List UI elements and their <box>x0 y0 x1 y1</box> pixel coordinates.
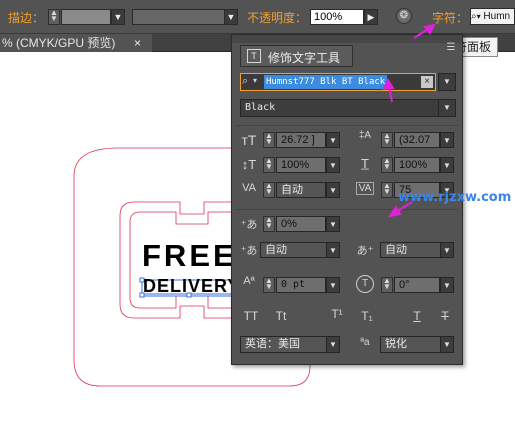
kerning-field[interactable]: 自动 <box>276 182 326 198</box>
vertical-scale-dropdown-button[interactable]: ▼ <box>326 157 340 173</box>
horizontal-scale-stepper[interactable]: ▲ ▼ <box>381 157 393 173</box>
vertical-scale-icon: ↕T <box>241 157 257 172</box>
kerning-stepper[interactable]: ▲ ▼ <box>263 182 275 198</box>
horizontal-scale-icon: T̲ <box>361 156 369 171</box>
document-tab[interactable]: % (CMYK/GPU 预览) × <box>0 34 152 52</box>
baseline-shift-stepper[interactable]: ▲ ▼ <box>263 277 275 293</box>
leading-field[interactable]: (32.07 <box>394 132 440 148</box>
touch-type-label: 修饰文字工具 <box>268 51 341 65</box>
font-search-value: Humn <box>483 11 511 22</box>
control-bar: 描边： ▲ ▼ ▼ ▼ 不透明度： 100% ▶ ❂ 字符： ⌕▾ Humn <box>0 0 515 34</box>
font-size-dropdown-button[interactable]: ▼ <box>326 132 340 148</box>
rotation-stepper[interactable]: ▲ ▼ <box>381 277 393 293</box>
baseline-shift-field[interactable]: 0 pt <box>276 277 326 293</box>
stroke-weight-dropdown-button[interactable]: ▼ <box>111 9 125 25</box>
font-style-field[interactable]: Black <box>240 99 440 117</box>
tsume-dropdown-button[interactable]: ▼ <box>326 216 340 232</box>
chevron-down-icon: ▾ <box>476 12 481 21</box>
baseline-shift-icon: Aª <box>243 275 255 287</box>
opacity-arrow-button[interactable]: ▶ <box>364 9 378 25</box>
strikethrough-button[interactable]: T <box>434 309 456 323</box>
insert-space-left-icon: ⁺あ <box>240 245 258 257</box>
language-dropdown-button[interactable]: ▼ <box>326 336 340 353</box>
small-caps-button[interactable]: Tt <box>270 309 292 323</box>
leading-stepper[interactable]: ▲ ▼ <box>381 132 393 148</box>
recolor-artwork-icon[interactable]: ❂ <box>396 8 412 24</box>
stroke-weight-stepper[interactable]: ▲ ▼ <box>48 9 60 25</box>
underline-button[interactable]: T <box>406 309 428 323</box>
tsume-stepper[interactable]: ▲ ▼ <box>263 216 275 232</box>
antialias-icon: ªa <box>360 337 370 348</box>
kerning-icon: VA <box>242 182 256 194</box>
insert-space-right-icon: あ⁺ <box>356 245 374 257</box>
font-size-icon: ᴛT <box>241 132 257 148</box>
stroke-label: 描边： <box>8 11 45 25</box>
font-size-stepper[interactable]: ▲ ▼ <box>263 132 275 148</box>
vertical-scale-field[interactable]: 100% <box>276 157 326 173</box>
leading-icon: ‡A <box>358 130 372 141</box>
kerning-dropdown-button[interactable]: ▼ <box>326 182 340 198</box>
horizontal-scale-dropdown-button[interactable]: ▼ <box>440 157 454 173</box>
font-family-field[interactable]: ⌕ ▾ Humnst777 Blk BT Black × <box>240 73 436 91</box>
vertical-scale-stepper[interactable]: ▲ ▼ <box>263 157 275 173</box>
rotation-dropdown-button[interactable]: ▼ <box>440 277 454 293</box>
horizontal-scale-field[interactable]: 100% <box>394 157 440 173</box>
headline-text[interactable]: FREE <box>142 236 237 276</box>
font-search-field[interactable]: ⌕▾ Humn <box>470 8 515 25</box>
variable-width-dropdown-button[interactable]: ▼ <box>224 9 238 25</box>
panel-header[interactable] <box>232 35 462 43</box>
divider <box>236 209 458 210</box>
clear-icon[interactable]: × <box>421 76 433 88</box>
language-select[interactable]: 英语：美国 <box>240 336 340 353</box>
insert-space-left-dropdown-button[interactable]: ▼ <box>326 242 340 258</box>
tsume-field[interactable]: 0% <box>276 216 326 232</box>
subline-text[interactable]: DELIVERY <box>143 275 240 297</box>
baseline-shift-dropdown-button[interactable]: ▼ <box>326 277 340 293</box>
watermark-text: www.rjzxw.com <box>398 190 512 205</box>
insert-space-right-dropdown-button[interactable]: ▼ <box>440 242 454 258</box>
tsume-icon: ⁺あ <box>240 219 258 231</box>
tab-close-icon[interactable]: × <box>134 34 141 52</box>
tracking-icon: VA <box>356 182 374 195</box>
font-size-field[interactable]: 26.72 ] <box>276 132 326 148</box>
rotation-field[interactable]: 0° <box>394 277 440 293</box>
tracking-stepper[interactable]: ▲ ▼ <box>381 182 393 198</box>
subscript-button[interactable]: T₁ <box>356 309 378 323</box>
superscript-button[interactable]: T¹ <box>326 307 348 321</box>
font-family-dropdown-button[interactable]: ▼ <box>438 73 456 91</box>
touch-type-icon: T <box>247 49 261 63</box>
chevron-down-icon: ▾ <box>253 76 258 85</box>
divider <box>236 125 458 126</box>
character-label[interactable]: 字符： <box>432 9 468 26</box>
stroke-weight-field[interactable] <box>61 9 111 25</box>
character-rotation-icon: T <box>356 275 374 293</box>
leading-dropdown-button[interactable]: ▼ <box>440 132 454 148</box>
opacity-input[interactable]: 100% <box>310 9 364 25</box>
panel-menu-icon[interactable]: ☰ <box>444 42 458 53</box>
font-style-dropdown-button[interactable]: ▼ <box>438 99 456 117</box>
touch-type-tool-button[interactable]: T 修饰文字工具 <box>240 45 353 67</box>
variable-width-profile-field[interactable] <box>132 9 238 25</box>
all-caps-button[interactable]: TT <box>240 309 262 323</box>
opacity-label: 不透明度： <box>247 11 308 25</box>
search-icon: ⌕ <box>242 75 249 87</box>
font-family-value: Humnst777 Blk BT Black <box>264 75 388 89</box>
document-tab-label: % (CMYK/GPU 预览) <box>2 36 116 50</box>
antialias-dropdown-button[interactable]: ▼ <box>440 336 454 353</box>
